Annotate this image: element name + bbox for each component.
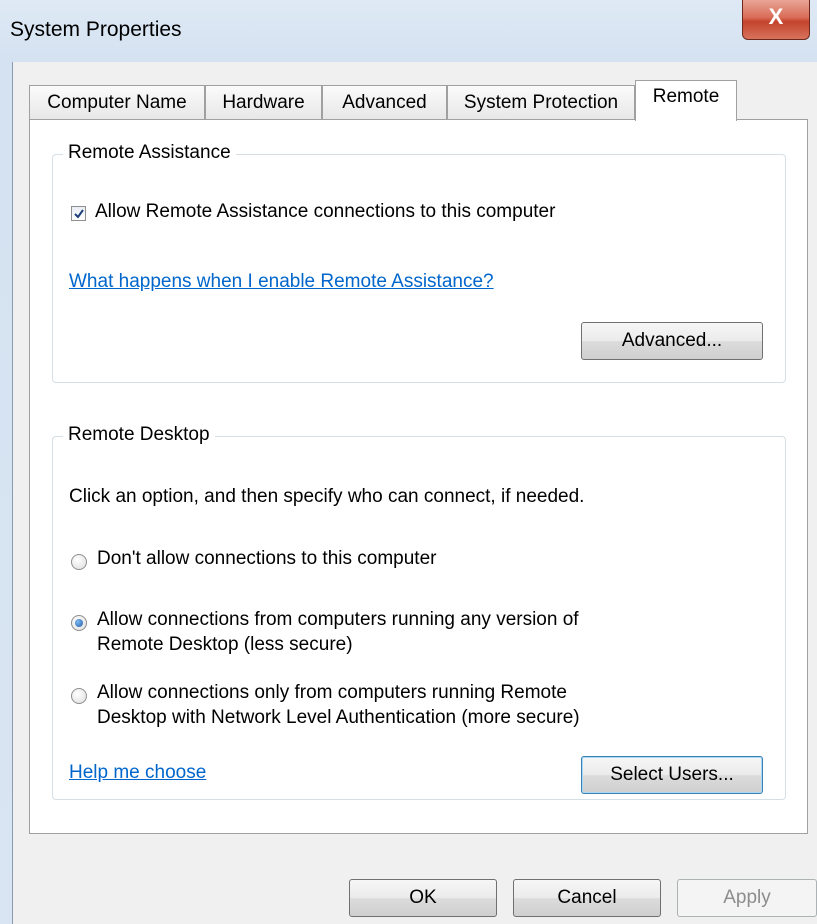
tab-advanced[interactable]: Advanced xyxy=(322,85,447,121)
remote-assistance-group-label: Remote Assistance xyxy=(63,142,236,164)
radio-dont-allow-label[interactable]: Don't allow connections to this computer xyxy=(97,548,436,570)
allow-remote-assistance-checkbox[interactable] xyxy=(71,206,86,221)
close-icon: X xyxy=(768,4,784,29)
close-button[interactable]: X xyxy=(742,0,810,40)
apply-button[interactable]: Apply xyxy=(677,879,817,917)
tab-computer-name[interactable]: Computer Name xyxy=(29,85,205,121)
tab-remote[interactable]: Remote xyxy=(635,80,737,121)
cancel-button[interactable]: Cancel xyxy=(513,879,661,917)
remote-desktop-group-label: Remote Desktop xyxy=(63,424,215,446)
tab-hardware[interactable]: Hardware xyxy=(205,85,322,121)
radio-selected-dot xyxy=(75,619,83,627)
advanced-button[interactable]: Advanced... xyxy=(581,322,763,360)
dialog-client-area: Computer Name Hardware Advanced System P… xyxy=(12,62,817,924)
radio-allow-nla-only[interactable] xyxy=(71,688,87,704)
window-frame: System Properties X Computer Name Hardwa… xyxy=(0,0,817,924)
tab-panel-remote: Remote Assistance Allow Remote Assistanc… xyxy=(29,119,808,834)
window-title: System Properties xyxy=(10,18,182,41)
remote-assistance-help-link[interactable]: What happens when I enable Remote Assist… xyxy=(69,271,494,293)
remote-desktop-group: Remote Desktop Click an option, and then… xyxy=(52,424,786,800)
title-bar[interactable]: System Properties X xyxy=(0,0,817,62)
radio-allow-nla-only-label-line1[interactable]: Allow connections only from computers ru… xyxy=(97,682,567,704)
radio-allow-any-version-label-line2[interactable]: Remote Desktop (less secure) xyxy=(97,634,353,656)
tab-system-protection[interactable]: System Protection xyxy=(447,85,635,121)
allow-remote-assistance-label[interactable]: Allow Remote Assistance connections to t… xyxy=(95,201,555,223)
radio-allow-any-version[interactable] xyxy=(71,615,87,631)
radio-allow-any-version-label-line1[interactable]: Allow connections from computers running… xyxy=(97,609,579,631)
ok-button[interactable]: OK xyxy=(349,879,497,917)
help-me-choose-link[interactable]: Help me choose xyxy=(69,762,206,784)
radio-allow-nla-only-label-line2[interactable]: Desktop with Network Level Authenticatio… xyxy=(97,707,580,729)
remote-desktop-instructions: Click an option, and then specify who ca… xyxy=(69,486,585,507)
radio-dont-allow[interactable] xyxy=(71,554,87,570)
checkmark-icon xyxy=(74,209,84,219)
remote-assistance-group: Remote Assistance Allow Remote Assistanc… xyxy=(52,142,786,383)
select-users-button[interactable]: Select Users... xyxy=(581,756,763,794)
